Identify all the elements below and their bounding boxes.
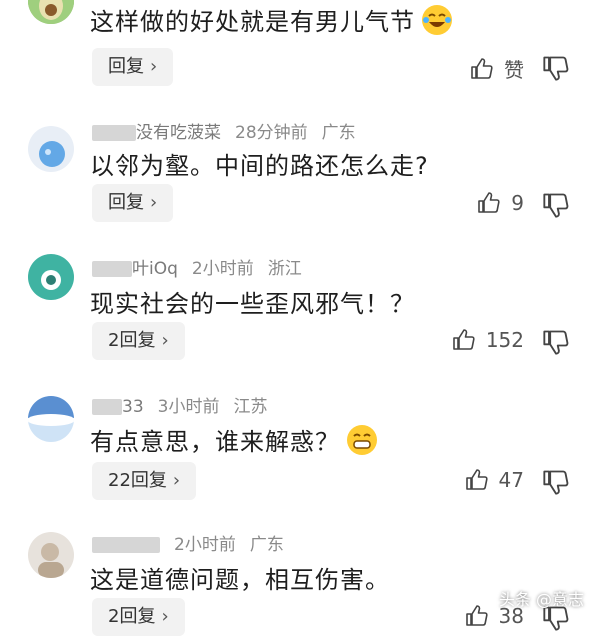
like-count: 152 bbox=[485, 328, 524, 352]
user-avatar-icon bbox=[28, 396, 74, 442]
comment-meta: 33 3小时前 江苏 bbox=[92, 392, 267, 417]
like-label: 赞 bbox=[504, 58, 524, 82]
region: 江苏 bbox=[233, 397, 268, 417]
reply-button[interactable]: 22回复 › bbox=[92, 462, 197, 500]
blurred-name bbox=[92, 125, 136, 141]
thumbs-down-icon[interactable] bbox=[542, 468, 570, 496]
avatar[interactable] bbox=[28, 0, 74, 24]
comment-meta: 叶iOq 2小时前 浙江 bbox=[92, 254, 302, 279]
avatar[interactable] bbox=[28, 396, 74, 442]
thumbs-up-icon bbox=[471, 57, 493, 79]
chevron-right-icon: › bbox=[161, 606, 169, 627]
blurred-name bbox=[92, 537, 160, 553]
like-button[interactable]: 47 bbox=[465, 468, 524, 492]
avatar[interactable] bbox=[28, 126, 74, 172]
timestamp: 2小时前 bbox=[191, 259, 254, 279]
avocado-avatar-icon bbox=[28, 0, 74, 24]
avatar[interactable] bbox=[28, 532, 74, 578]
blurred-name bbox=[92, 399, 122, 415]
reply-button[interactable]: 回复 › bbox=[92, 48, 174, 86]
comment-text: 这是道德问题，相互伤害。 bbox=[90, 566, 390, 594]
thumbs-up-icon bbox=[478, 192, 500, 213]
chevron-right-icon: › bbox=[161, 330, 169, 351]
username[interactable]: 33 bbox=[122, 397, 144, 417]
avatar[interactable] bbox=[28, 254, 74, 300]
user-avatar-icon bbox=[28, 254, 74, 300]
region: 广东 bbox=[249, 535, 284, 555]
region: 浙江 bbox=[267, 259, 302, 279]
user-avatar-icon bbox=[28, 126, 74, 172]
comment-text: 现实社会的一些歪风邪气！？ bbox=[90, 290, 415, 318]
thumbs-up-icon bbox=[453, 329, 475, 350]
reply-button[interactable]: 2回复 › bbox=[92, 598, 185, 636]
chevron-right-icon: › bbox=[172, 470, 181, 491]
thumbs-up-icon bbox=[465, 605, 488, 626]
timestamp: 28分钟前 bbox=[235, 123, 308, 143]
timestamp: 3小时前 bbox=[157, 397, 220, 417]
username[interactable]: 叶iOq bbox=[132, 259, 178, 279]
reply-button[interactable]: 回复 › bbox=[92, 184, 174, 222]
username[interactable]: 没有吃菠菜 bbox=[136, 123, 221, 143]
reply-button[interactable]: 2回复 › bbox=[92, 322, 185, 360]
region: 广东 bbox=[321, 123, 356, 143]
like-count: 9 bbox=[511, 191, 524, 215]
watermark: 头条 @意志 bbox=[498, 590, 584, 609]
chevron-right-icon: › bbox=[150, 56, 158, 77]
comment-meta: 2小时前 广东 bbox=[92, 530, 284, 555]
comment-text: 这样做的好处就是有男儿气节 bbox=[90, 2, 453, 37]
user-avatar-icon bbox=[28, 532, 74, 578]
like-button[interactable]: 152 bbox=[452, 328, 524, 352]
laughing-tears-emoji-icon bbox=[422, 5, 452, 35]
comment-text: 以邻为壑。中间的路还怎么走? bbox=[90, 152, 429, 180]
comment-meta: 没有吃菠菜 28分钟前 广东 bbox=[92, 118, 356, 143]
chevron-right-icon: › bbox=[150, 192, 158, 213]
thumbs-up-icon bbox=[465, 469, 488, 490]
like-count: 47 bbox=[498, 468, 524, 492]
thumbs-down-icon[interactable] bbox=[542, 328, 570, 356]
thumbs-down-icon[interactable] bbox=[542, 54, 570, 82]
comment-text: 有点意思，谁来解惑？ bbox=[90, 422, 378, 457]
like-button[interactable]: 赞 bbox=[470, 54, 524, 83]
grinning-emoji-icon bbox=[347, 425, 377, 455]
blurred-name bbox=[92, 261, 132, 277]
like-button[interactable]: 9 bbox=[477, 191, 524, 215]
thumbs-down-icon[interactable] bbox=[542, 191, 570, 219]
timestamp: 2小时前 bbox=[174, 535, 236, 555]
